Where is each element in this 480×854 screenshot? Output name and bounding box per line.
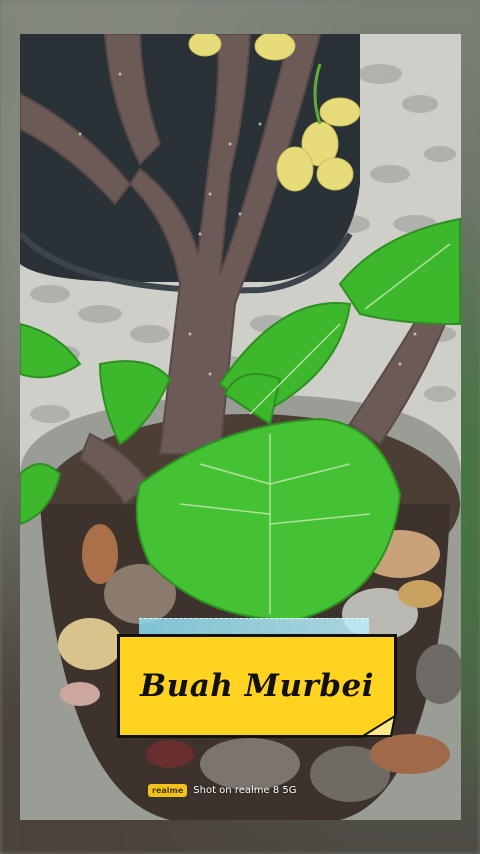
caption-title: Buah Murbei	[139, 668, 375, 704]
camera-watermark: realme Shot on realme 8 5G	[148, 782, 297, 798]
watermark-text: Shot on realme 8 5G	[193, 784, 297, 796]
brand-badge: realme	[148, 783, 188, 797]
caption-card: Buah Murbei	[117, 618, 397, 738]
